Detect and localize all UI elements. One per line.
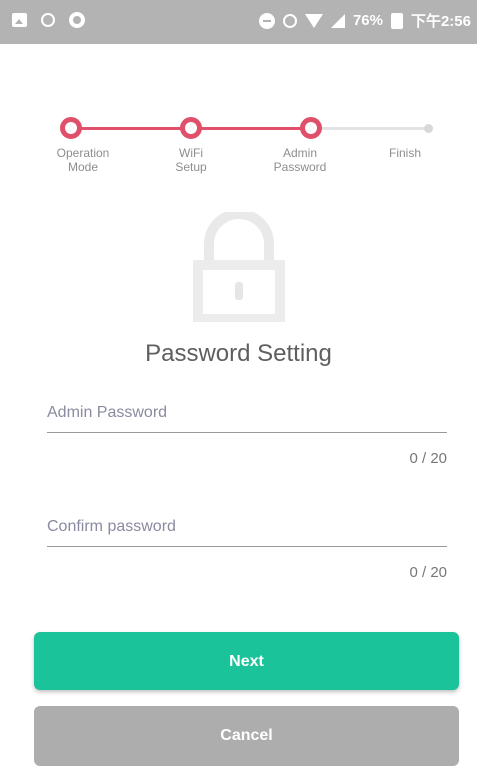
dnd-icon [258, 12, 275, 29]
battery-percent: 76% [352, 12, 383, 29]
battery-icon [390, 12, 403, 29]
alarm-icon [41, 13, 55, 27]
next-button[interactable]: Next [34, 632, 459, 690]
record-icon [69, 12, 85, 28]
step-label-wifi-setup: WiFi Setup [175, 146, 207, 174]
status-bar: 76% 下午2:56 [0, 0, 477, 44]
cancel-button[interactable]: Cancel [34, 706, 459, 766]
stepper-remaining-track [311, 127, 428, 130]
admin-password-field[interactable]: Admin Password 0 / 20 [47, 404, 447, 467]
step-label-operation-mode: Operation Mode [56, 146, 110, 174]
step-node-operation-mode [60, 117, 82, 139]
confirm-password-input[interactable]: Confirm password [47, 518, 447, 540]
wifi-icon [304, 13, 323, 28]
step-label-admin-password: Admin Password [273, 146, 327, 174]
confirm-password-field[interactable]: Confirm password 0 / 20 [47, 518, 447, 581]
step-node-admin-password [300, 117, 322, 139]
admin-password-counter: 0 / 20 [409, 450, 447, 467]
admin-password-underline [47, 432, 447, 433]
step-node-wifi-setup [180, 117, 202, 139]
signal-icon [330, 13, 345, 28]
admin-password-input[interactable]: Admin Password [47, 404, 447, 426]
step-label-finish: Finish [388, 146, 421, 160]
image-icon [12, 13, 27, 27]
status-time: 下午2:56 [410, 13, 471, 30]
confirm-password-underline [47, 546, 447, 547]
confirm-password-counter: 0 / 20 [409, 564, 447, 581]
page-title: Password Setting [145, 340, 332, 367]
status-right: 76% 下午2:56 [258, 10, 471, 31]
status-left-icons [12, 12, 85, 28]
setup-stepper: Operation Mode WiFi Setup Admin Password… [0, 112, 477, 182]
lock-icon [193, 212, 285, 322]
alarm-icon [282, 13, 297, 28]
step-node-finish [424, 124, 433, 133]
